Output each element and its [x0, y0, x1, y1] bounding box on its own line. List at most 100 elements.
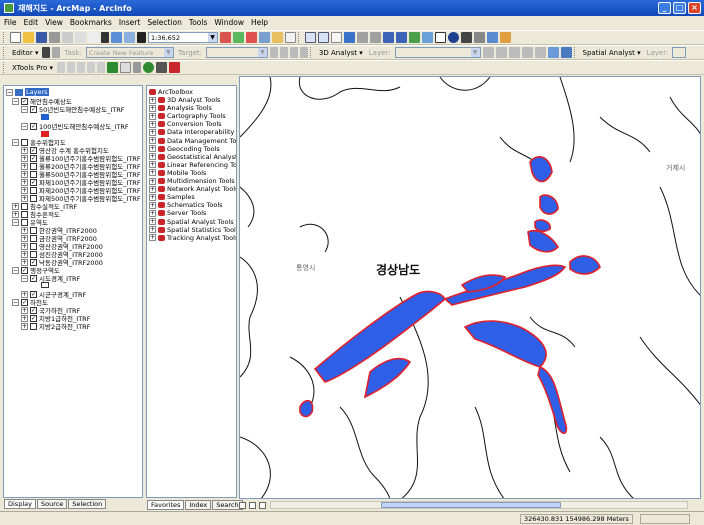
- expand-icon[interactable]: +: [21, 226, 28, 234]
- expand-icon[interactable]: +: [21, 322, 28, 330]
- expand-icon[interactable]: +: [21, 290, 28, 298]
- maximize-button[interactable]: □: [673, 2, 686, 14]
- group-checkbox[interactable]: [21, 138, 28, 146]
- data-view-icon[interactable]: [239, 501, 246, 509]
- menu-file[interactable]: File: [4, 18, 17, 27]
- add-data-icon[interactable]: [137, 32, 146, 43]
- measure-icon[interactable]: [474, 32, 485, 43]
- clear-selection-icon[interactable]: [422, 32, 433, 43]
- xtools-export-icon[interactable]: [169, 62, 180, 73]
- expand-icon[interactable]: +: [149, 104, 156, 112]
- collapse-icon[interactable]: −: [12, 218, 19, 226]
- toolbox-item[interactable]: + Schematics Tools: [149, 201, 223, 209]
- layer-checkbox[interactable]: [30, 186, 37, 194]
- group-checkbox[interactable]: [21, 210, 28, 218]
- help-icon[interactable]: [285, 32, 296, 43]
- xtools-pro-menu[interactable]: XTools Pro ▾: [10, 64, 55, 72]
- expand-icon[interactable]: +: [149, 137, 156, 144]
- toolbox-item[interactable]: + Spatial Analyst Tools: [149, 218, 234, 226]
- expand-icon[interactable]: +: [149, 193, 156, 201]
- toolbox-item[interactable]: + Data Management Tools: [149, 137, 236, 145]
- toolbox-item[interactable]: + Mobile Tools: [149, 169, 206, 177]
- expand-icon[interactable]: +: [21, 170, 28, 178]
- expand-icon[interactable]: +: [149, 218, 156, 225]
- expand-icon[interactable]: +: [149, 112, 156, 120]
- expand-icon[interactable]: +: [149, 185, 156, 193]
- toolbox-item[interactable]: + Geostatistical Analyst Tools: [149, 153, 236, 161]
- toolbox-item[interactable]: + Linear Referencing Tools: [149, 161, 236, 169]
- 3d-analyst-menu[interactable]: 3D Analyst ▾: [317, 49, 365, 57]
- layout-view-icon[interactable]: [249, 501, 256, 509]
- toc-layer[interactable]: − ✓ 시도경계_ITRF: [21, 274, 80, 283]
- toolbox-item[interactable]: + Multidimension Tools: [149, 177, 235, 185]
- expand-icon[interactable]: +: [21, 234, 28, 242]
- expand-icon[interactable]: +: [21, 186, 28, 194]
- expand-icon[interactable]: +: [12, 210, 19, 218]
- expand-icon[interactable]: +: [149, 234, 156, 242]
- split-tool-icon[interactable]: [269, 47, 278, 58]
- expand-icon[interactable]: +: [21, 146, 28, 154]
- select-features-icon[interactable]: [409, 32, 420, 43]
- collapse-icon[interactable]: −: [12, 97, 19, 105]
- identify-icon[interactable]: [448, 32, 459, 43]
- tab-source[interactable]: Source: [36, 499, 68, 509]
- back-extent-icon[interactable]: [383, 32, 394, 43]
- sketch-properties-icon[interactable]: [299, 47, 308, 58]
- rotate-tool-icon[interactable]: [279, 47, 288, 58]
- group-checkbox[interactable]: ✓: [21, 298, 28, 306]
- collapse-icon[interactable]: −: [6, 88, 13, 96]
- group-checkbox[interactable]: [21, 202, 28, 210]
- layer-checkbox[interactable]: [30, 234, 37, 242]
- redo-icon[interactable]: [124, 32, 135, 43]
- menu-window[interactable]: Window: [214, 18, 244, 27]
- collapse-icon[interactable]: −: [12, 266, 19, 274]
- layer-checkbox[interactable]: ✓: [30, 314, 37, 322]
- xtools-save-icon[interactable]: [156, 62, 167, 73]
- expand-icon[interactable]: +: [149, 153, 156, 161]
- new-document-icon[interactable]: [10, 32, 21, 43]
- toolbox-item[interactable]: + Conversion Tools: [149, 120, 222, 128]
- toc-root-label[interactable]: Layers: [25, 88, 49, 96]
- group-checkbox[interactable]: [21, 218, 28, 226]
- map-scale-combo[interactable]: 1:36,652 ▼: [148, 32, 218, 43]
- expand-icon[interactable]: +: [12, 202, 19, 210]
- collapse-icon[interactable]: −: [21, 122, 28, 130]
- create-profile-icon[interactable]: [534, 47, 546, 58]
- expand-icon[interactable]: +: [21, 154, 28, 162]
- xtools-options-icon[interactable]: [120, 62, 131, 73]
- 3d-layer-combo[interactable]: ▼: [394, 47, 481, 58]
- pan-icon[interactable]: [331, 32, 342, 43]
- forward-extent-icon[interactable]: [396, 32, 407, 43]
- expand-icon[interactable]: +: [149, 169, 156, 177]
- layer-checkbox[interactable]: [30, 170, 37, 178]
- expand-icon[interactable]: +: [149, 128, 156, 136]
- arccatalog-icon[interactable]: [233, 32, 244, 43]
- layer-checkbox[interactable]: ✓: [30, 178, 37, 186]
- delete-icon[interactable]: [101, 32, 109, 43]
- collapse-icon[interactable]: −: [12, 298, 19, 306]
- group-checkbox[interactable]: ✓: [21, 266, 28, 274]
- xtools-table-icon[interactable]: [107, 62, 118, 73]
- sketch-tool-icon[interactable]: [52, 47, 61, 58]
- expand-icon[interactable]: +: [149, 209, 156, 217]
- toolbox-item[interactable]: + Tracking Analyst Tools: [149, 234, 236, 242]
- xtools-tool-3-icon[interactable]: [77, 62, 85, 73]
- toc-root[interactable]: − Layers: [6, 88, 49, 96]
- layer-checkbox[interactable]: ✓: [30, 274, 37, 282]
- fixed-zoom-out-icon[interactable]: [370, 32, 381, 43]
- expand-icon[interactable]: +: [149, 161, 156, 169]
- menu-edit[interactable]: Edit: [24, 18, 39, 27]
- toolbox-item[interactable]: + Cartography Tools: [149, 112, 226, 120]
- toolbox-item[interactable]: + Network Analyst Tools: [149, 185, 236, 193]
- zoom-in-icon[interactable]: [305, 32, 316, 43]
- minimize-button[interactable]: _: [658, 2, 671, 14]
- toc-layer[interactable]: − ✓ 50년빈도해안침수예상도_ITRF: [21, 105, 124, 114]
- chevron-down-icon[interactable]: ▼: [257, 48, 267, 57]
- toolbox-item[interactable]: + Samples: [149, 193, 195, 201]
- expand-icon[interactable]: +: [149, 226, 156, 234]
- expand-icon[interactable]: +: [21, 314, 28, 322]
- layer-checkbox[interactable]: [30, 322, 37, 330]
- spatial-analyst-menu[interactable]: Spatial Analyst ▾: [581, 49, 643, 57]
- toolbox-item[interactable]: + Analysis Tools: [149, 104, 212, 112]
- undo-icon[interactable]: [111, 32, 122, 43]
